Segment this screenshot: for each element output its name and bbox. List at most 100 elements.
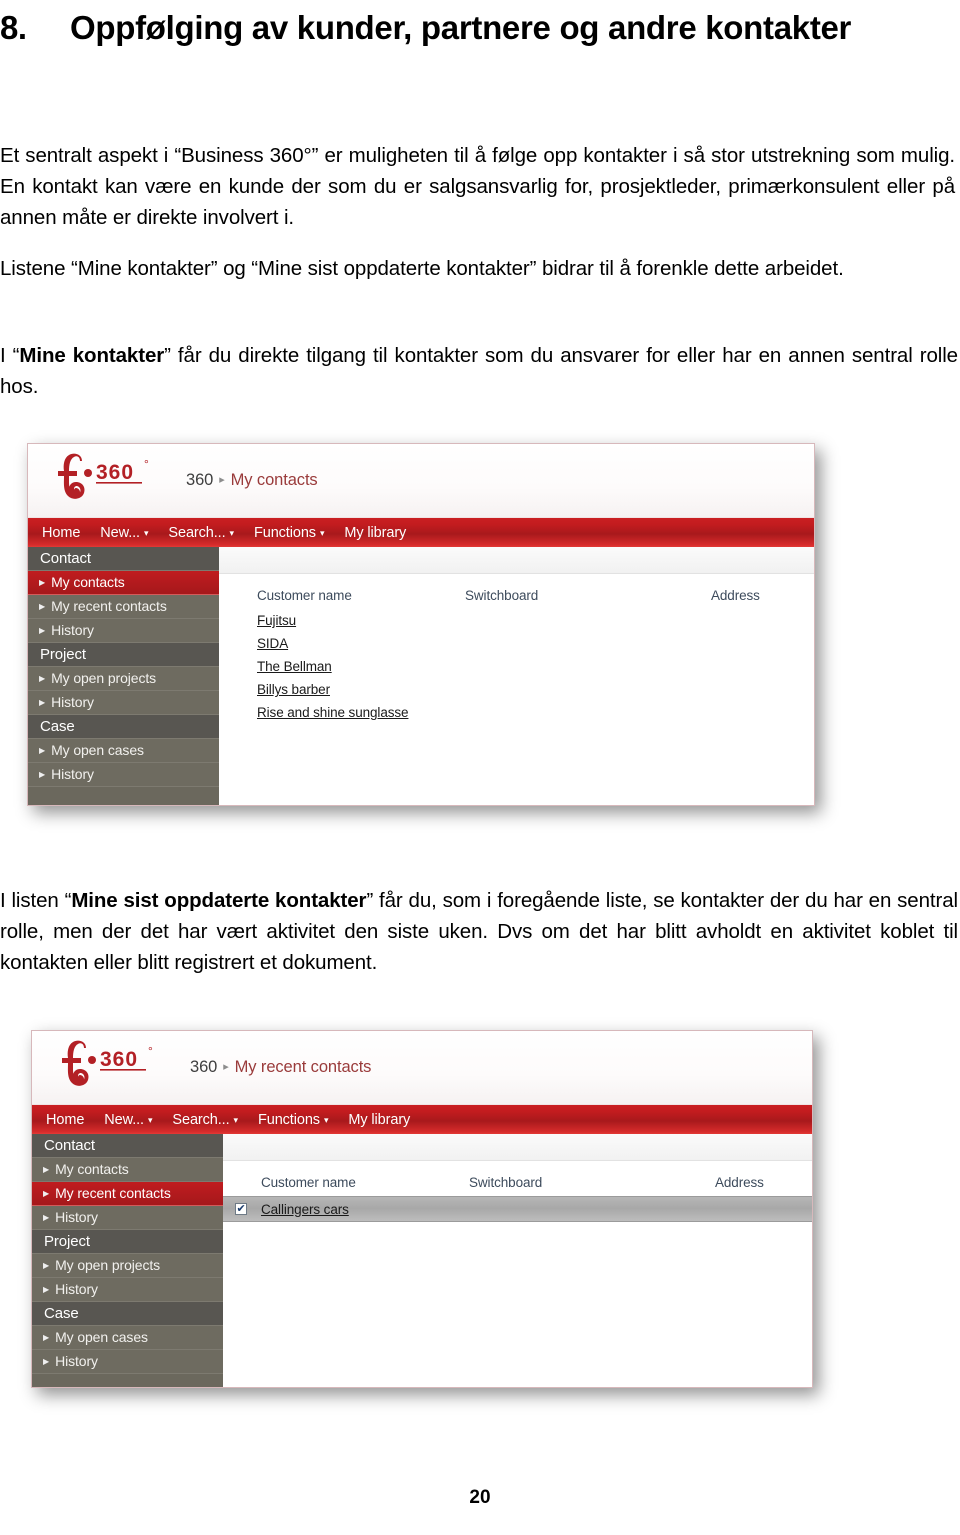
nav-item-new[interactable]: New... ▾	[100, 525, 148, 541]
customer-link[interactable]: Fujitsu	[257, 613, 296, 628]
sidebar-item-my-open-projects-label: My open projects	[51, 670, 157, 686]
nav-item-functions-label: Functions	[253, 524, 316, 541]
table-row[interactable]: Fujitsu	[219, 609, 814, 632]
sidebar-item-contact-history[interactable]: ▶ History	[32, 1206, 223, 1230]
svg-text:360: 360	[96, 461, 134, 484]
breadcrumb: 360 ▸ My recent contacts	[190, 1058, 371, 1077]
table-row[interactable]: The Bellman	[219, 655, 814, 678]
cell-customer-name: Fujitsu	[219, 613, 465, 628]
table-row[interactable]: Billys barber	[219, 678, 814, 701]
paragraph-my-contacts-bold: Mine kontakter	[19, 344, 165, 367]
breadcrumb-current: My contacts	[230, 471, 318, 489]
sidebar-group-project: Project	[32, 1230, 223, 1254]
nav-item-search-label: Search...	[168, 524, 226, 541]
nav-item-home-label: Home	[46, 1111, 85, 1128]
nav-item-my-library-label: My library	[348, 1111, 411, 1128]
sidebar-item-my-recent-contacts-label: My recent contacts	[55, 1185, 171, 1201]
sidebar-item-my-open-cases[interactable]: ▶ My open cases	[28, 739, 219, 763]
row-checkbox[interactable]: ✔	[235, 1203, 247, 1215]
triangle-right-icon: ▶	[39, 745, 46, 755]
sidebar-item-contact-history[interactable]: ▶ History	[28, 619, 219, 643]
breadcrumb: 360 ▸ My contacts	[186, 471, 318, 490]
app-header: 360 ° 360 ▸ My contacts	[28, 444, 814, 518]
nav-item-functions-label: Functions	[257, 1111, 320, 1128]
column-header-address[interactable]: Address	[711, 588, 814, 603]
nav-item-home[interactable]: Home	[46, 1112, 84, 1128]
sidebar-item-my-open-cases-label: My open cases	[55, 1329, 148, 1345]
sidebar: Contact ▶ My contacts ▶ My recent contac…	[32, 1134, 223, 1387]
column-header-switchboard[interactable]: Switchboard	[469, 1175, 715, 1190]
customer-link[interactable]: Billys barber	[257, 682, 330, 697]
sidebar-item-case-history[interactable]: ▶ History	[32, 1350, 223, 1374]
customer-link[interactable]: Callingers cars	[261, 1202, 349, 1217]
paragraph-lists: Listene “Mine kontakter” og “Mine sist o…	[0, 257, 844, 280]
triangle-right-icon: ▶	[39, 601, 46, 611]
sidebar-item-my-contacts[interactable]: ▶ My contacts	[28, 571, 219, 595]
sidebar-item-project-history-label: History	[51, 694, 94, 710]
sidebar-item-my-open-projects[interactable]: ▶ My open projects	[28, 667, 219, 691]
sidebar-item-contact-history-label: History	[51, 622, 94, 638]
sidebar-item-case-history-label: History	[55, 1353, 98, 1369]
triangle-right-icon: ▶	[39, 697, 46, 707]
sidebar-group-contact: Contact	[28, 547, 219, 571]
sidebar-item-project-history-label: History	[55, 1281, 98, 1297]
breadcrumb-root[interactable]: 360	[186, 471, 213, 490]
column-header-customer-name[interactable]: Customer name	[223, 1175, 469, 1190]
nav-item-new[interactable]: New... ▾	[104, 1112, 152, 1128]
sidebar-item-case-history-label: History	[51, 766, 94, 782]
sidebar-item-case-history[interactable]: ▶ History	[28, 763, 219, 787]
triangle-right-icon: ▶	[43, 1332, 50, 1342]
breadcrumb-root[interactable]: 360	[190, 1058, 217, 1077]
nav-item-home[interactable]: Home	[42, 525, 80, 541]
sidebar-item-my-recent-contacts[interactable]: ▶ My recent contacts	[32, 1182, 223, 1206]
customer-link[interactable]: SIDA	[257, 636, 288, 651]
column-header-address[interactable]: Address	[715, 1175, 812, 1190]
contacts-table: Customer name Switchboard Address Fujits…	[219, 574, 814, 724]
content-toolbar	[219, 547, 814, 574]
sidebar-group-case: Case	[28, 715, 219, 739]
paragraph-intro: Et sentralt aspekt i “Business 360°” er …	[0, 144, 955, 229]
triangle-right-icon: ▶	[43, 1212, 50, 1222]
cell-customer-name: SIDA	[219, 636, 465, 651]
column-header-switchboard[interactable]: Switchboard	[465, 588, 711, 603]
table-row[interactable]: ✔ Callingers cars	[223, 1196, 812, 1222]
chevron-down-icon: ▾	[319, 528, 325, 538]
sidebar: Contact ▶ My contacts ▶ My recent contac…	[28, 547, 219, 805]
nav-item-my-library[interactable]: My library	[344, 525, 406, 541]
nav-item-search[interactable]: Search... ▾	[172, 1112, 238, 1128]
nav-item-functions[interactable]: Functions ▾	[257, 1111, 329, 1128]
sidebar-item-project-history[interactable]: ▶ History	[28, 691, 219, 715]
content-area: Customer name Switchboard Address ✔ Call…	[223, 1134, 812, 1387]
sidebar-item-my-contacts[interactable]: ▶ My contacts	[32, 1158, 223, 1182]
sidebar-item-my-open-cases[interactable]: ▶ My open cases	[32, 1326, 223, 1350]
paragraph-my-recent-contacts: I listen “Mine sist oppdaterte kontakter…	[0, 885, 958, 978]
nav-item-search[interactable]: Search... ▾	[168, 525, 234, 541]
nav-item-functions[interactable]: Functions ▾	[253, 524, 325, 541]
chevron-right-icon: ▸	[219, 474, 225, 486]
sidebar-item-my-open-projects-label: My open projects	[55, 1257, 161, 1273]
triangle-right-icon: ▶	[39, 577, 46, 587]
table-row[interactable]: SIDA	[219, 632, 814, 655]
nav-item-new-label: New...	[104, 1111, 144, 1128]
nav-item-new-label: New...	[100, 524, 140, 541]
column-header-customer-name[interactable]: Customer name	[219, 588, 465, 603]
cell-customer-name: Rise and shine sunglasse	[219, 705, 465, 720]
sidebar-item-my-contacts-label: My contacts	[51, 574, 125, 590]
sidebar-item-my-recent-contacts[interactable]: ▶ My recent contacts	[28, 595, 219, 619]
contacts-table: Customer name Switchboard Address ✔ Call…	[223, 1161, 812, 1222]
triangle-right-icon: ▶	[39, 673, 46, 683]
sidebar-item-my-open-projects[interactable]: ▶ My open projects	[32, 1254, 223, 1278]
chevron-down-icon: ▾	[323, 1115, 329, 1125]
customer-link[interactable]: The Bellman	[257, 659, 332, 674]
paragraph-my-recent-contacts-bold: Mine sist oppdaterte kontakter	[71, 889, 367, 912]
paragraph-my-contacts: I “Mine kontakter” får du direkte tilgan…	[0, 340, 958, 402]
nav-item-my-library[interactable]: My library	[348, 1112, 410, 1128]
sidebar-item-project-history[interactable]: ▶ History	[32, 1278, 223, 1302]
sidebar-group-project: Project	[28, 643, 219, 667]
triangle-right-icon: ▶	[43, 1260, 50, 1270]
customer-link[interactable]: Rise and shine sunglasse	[257, 705, 409, 720]
cell-customer-name: Billys barber	[219, 682, 465, 697]
table-header-row: Customer name Switchboard Address	[223, 1169, 812, 1196]
table-row[interactable]: Rise and shine sunglasse	[219, 701, 814, 724]
sidebar-item-contact-history-label: History	[55, 1209, 98, 1225]
